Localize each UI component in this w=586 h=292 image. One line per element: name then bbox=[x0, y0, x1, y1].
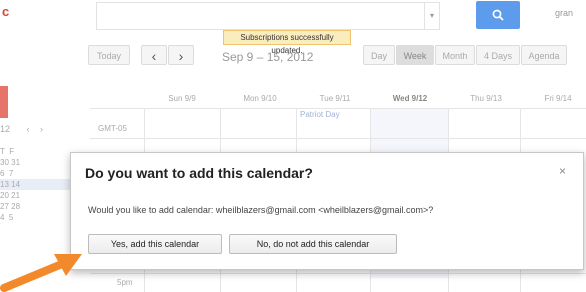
mini-calendar-date[interactable]: 4 bbox=[0, 213, 4, 222]
mini-calendar-day-initial: F bbox=[9, 147, 15, 156]
add-calendar-no-button[interactable]: No, do not add this calendar bbox=[229, 234, 397, 254]
user-name[interactable]: gran bbox=[555, 8, 573, 18]
mini-calendar-date[interactable]: 7 bbox=[9, 169, 13, 178]
mini-calendar-date[interactable]: 30 bbox=[0, 158, 9, 167]
dialog-title: Do you want to add this calendar? bbox=[85, 165, 313, 181]
mini-calendar-next[interactable]: › bbox=[40, 124, 43, 134]
mini-calendar-date[interactable]: 27 bbox=[0, 202, 9, 211]
grid-line bbox=[90, 108, 586, 109]
create-button[interactable] bbox=[0, 86, 8, 118]
view-4days-button[interactable]: 4 Days bbox=[476, 45, 520, 65]
mini-calendar-date[interactable]: 13 bbox=[0, 180, 9, 189]
dialog-message: Would you like to add calendar: wheilbla… bbox=[88, 205, 434, 215]
day-header-tue[interactable]: Tue 9/11 bbox=[297, 94, 373, 103]
grid-line bbox=[90, 273, 586, 274]
mini-calendar-date[interactable]: 21 bbox=[11, 191, 20, 200]
mini-calendar-month: 12 bbox=[0, 124, 11, 134]
mini-calendar-date[interactable]: 6 bbox=[0, 169, 4, 178]
mini-calendar-date[interactable]: 14 bbox=[11, 180, 20, 189]
search-input[interactable] bbox=[96, 2, 425, 30]
prev-week-button[interactable]: ‹ bbox=[141, 45, 167, 65]
search-options-dropdown[interactable]: ▾ bbox=[424, 2, 440, 30]
day-header-sun[interactable]: Sun 9/9 bbox=[144, 94, 220, 103]
all-day-event[interactable]: Patriot Day bbox=[300, 110, 360, 123]
add-calendar-dialog: Do you want to add this calendar? × Woul… bbox=[70, 152, 584, 270]
close-icon[interactable]: × bbox=[559, 164, 566, 178]
notification-banner: Subscriptions successfully updated. bbox=[223, 30, 351, 55]
view-month-button[interactable]: Month bbox=[435, 45, 475, 65]
search-icon bbox=[492, 9, 504, 21]
mini-calendar-date[interactable]: 20 bbox=[0, 191, 9, 200]
mini-calendar-day-initial: T bbox=[0, 147, 5, 156]
view-day-button[interactable]: Day bbox=[363, 45, 395, 65]
mini-calendar-date[interactable]: 31 bbox=[11, 158, 20, 167]
mini-calendar-grid: T F 30 31 6 7 13 14 20 21 27 28 4 5 bbox=[0, 146, 72, 223]
view-agenda-button[interactable]: Agenda bbox=[521, 45, 567, 65]
mini-calendar-prev[interactable]: ‹ bbox=[27, 124, 30, 134]
search-button[interactable] bbox=[476, 1, 520, 29]
mini-calendar-date[interactable]: 28 bbox=[11, 202, 20, 211]
day-header-mon[interactable]: Mon 9/10 bbox=[222, 94, 298, 103]
today-button[interactable]: Today bbox=[88, 45, 130, 65]
date-range: Sep 9 – 15, 2012 bbox=[222, 50, 314, 64]
day-header-thu[interactable]: Thu 9/13 bbox=[448, 94, 524, 103]
day-header-wed[interactable]: Wed 9/12 bbox=[372, 94, 448, 103]
app-logo-fragment[interactable]: c bbox=[2, 4, 9, 19]
day-header-fri[interactable]: Fri 9/14 bbox=[520, 94, 586, 103]
next-week-button[interactable]: › bbox=[168, 45, 194, 65]
timezone-label: GMT-05 bbox=[98, 124, 127, 133]
add-calendar-yes-button[interactable]: Yes, add this calendar bbox=[88, 234, 222, 254]
pointer-arrow-icon bbox=[0, 254, 82, 292]
time-label: 5pm bbox=[117, 278, 133, 287]
mini-calendar-date[interactable]: 5 bbox=[9, 213, 13, 222]
view-week-button[interactable]: Week bbox=[396, 45, 434, 65]
mini-calendar-header: 12 ‹ › bbox=[0, 124, 86, 134]
grid-line bbox=[90, 138, 586, 139]
